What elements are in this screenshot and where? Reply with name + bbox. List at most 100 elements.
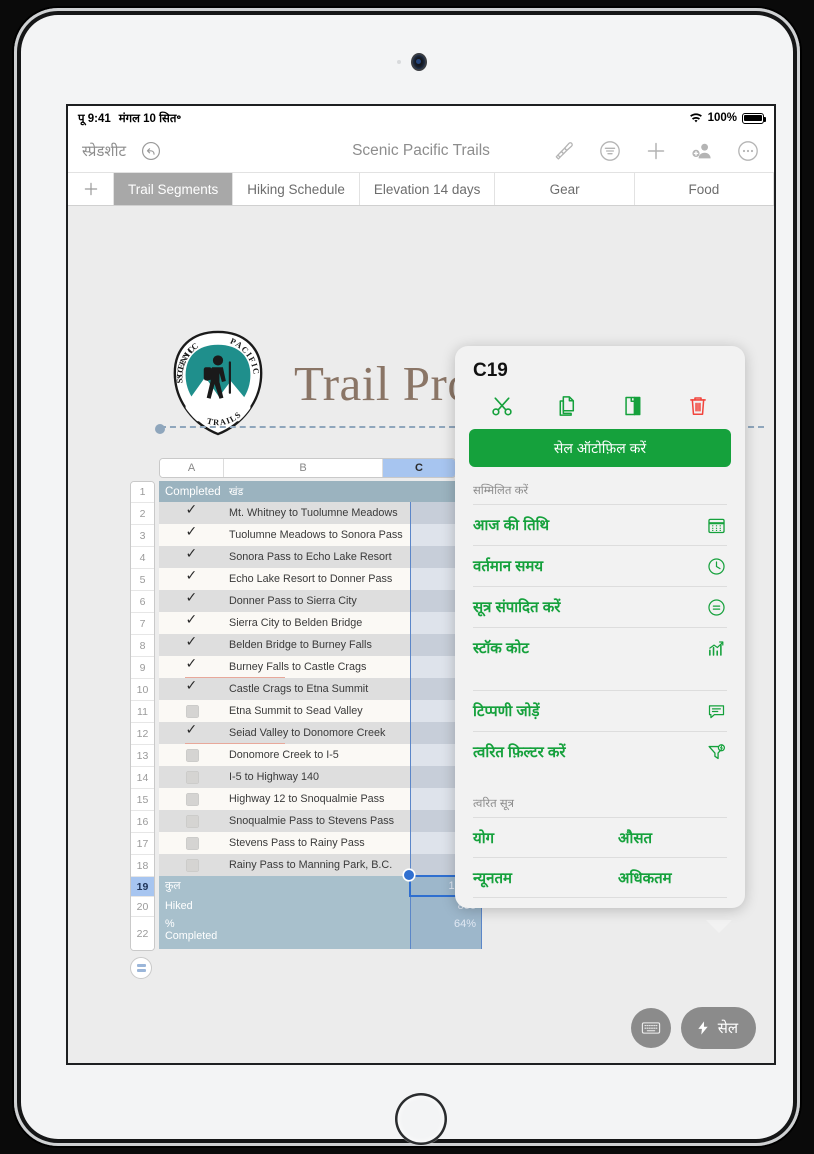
- summary-row[interactable]: कुल1,361: [159, 876, 482, 896]
- table-row[interactable]: Stevens Pass to Rainy Pass115: [159, 832, 482, 854]
- table-row[interactable]: Seiad Valley to Donomore Creek35: [159, 721, 482, 744]
- table-row[interactable]: Tuolumne Meadows to Sonora Pass75: [159, 523, 482, 546]
- row-header-16[interactable]: 16: [131, 811, 154, 833]
- cell-completed-checkbox[interactable]: [159, 770, 225, 784]
- cell-completed-checkbox[interactable]: [159, 748, 225, 762]
- row-resize-handle-icon[interactable]: [130, 957, 152, 979]
- selection-handle-left[interactable]: [155, 424, 165, 434]
- table-row[interactable]: I-5 to Highway 14055: [159, 766, 482, 788]
- row-header-14[interactable]: 14: [131, 767, 154, 789]
- more-ellipsis-icon[interactable]: [736, 139, 760, 163]
- cell-completed-checkbox[interactable]: [159, 792, 225, 806]
- checkmark-icon: [186, 501, 199, 520]
- back-to-spreadsheets-button[interactable]: स्प्रेडशीट: [82, 141, 126, 161]
- row-header-5[interactable]: 5: [131, 569, 154, 591]
- table-row[interactable]: Sierra City to Belden Bridge89: [159, 611, 482, 634]
- plus-icon[interactable]: [644, 139, 668, 163]
- row-header-6[interactable]: 6: [131, 591, 154, 613]
- row-header-11[interactable]: 11: [131, 701, 154, 723]
- sheet-tab-hiking-schedule[interactable]: Hiking Schedule: [233, 173, 360, 205]
- table-row[interactable]: Donomore Creek to I-528: [159, 744, 482, 766]
- sheet-tab-gear[interactable]: Gear: [495, 173, 635, 205]
- table-row[interactable]: Sonora Pass to Echo Lake Resort75: [159, 545, 482, 568]
- row-header-12[interactable]: 12: [131, 723, 154, 745]
- cell-completed-checkbox[interactable]: [159, 721, 225, 740]
- sheet-tab-elevation-14-days[interactable]: Elevation 14 days: [360, 173, 496, 205]
- cell-completed-checkbox[interactable]: [159, 611, 225, 630]
- paste-icon[interactable]: [620, 393, 646, 419]
- cell-completed-checkbox[interactable]: [159, 836, 225, 850]
- column-header-a[interactable]: A: [160, 459, 224, 477]
- cell-completed-checkbox[interactable]: [159, 567, 225, 586]
- add-person-icon[interactable]: [690, 139, 714, 163]
- row-header-10[interactable]: 10: [131, 679, 154, 701]
- summary-row[interactable]: % Completed 64%: [159, 916, 482, 949]
- row-header-7[interactable]: 7: [131, 613, 154, 635]
- insert-menu-icon[interactable]: [598, 139, 622, 163]
- empty-checkbox-icon: [185, 814, 199, 828]
- quick-formula-maximum[interactable]: अधिकतम: [600, 857, 727, 897]
- cell-format-button[interactable]: सेल: [680, 1007, 756, 1049]
- menu-label: स्टॉक कोट: [473, 640, 529, 657]
- column-header-c[interactable]: C: [383, 459, 455, 477]
- menu-item-quick-filter[interactable]: त्वरित फ़िल्टर करें: [473, 731, 727, 772]
- row-header-18[interactable]: 18: [131, 855, 154, 877]
- row-header-9[interactable]: 9: [131, 657, 154, 679]
- cell-completed-checkbox[interactable]: [159, 858, 225, 872]
- summary-row[interactable]: Hiked866: [159, 896, 482, 916]
- menu-item-current-time[interactable]: वर्तमान समय: [473, 545, 727, 586]
- home-button[interactable]: [395, 1093, 447, 1145]
- sheet-tab-trail-segments[interactable]: Trail Segments: [114, 173, 234, 205]
- autofill-cells-button[interactable]: सेल ऑटोफ़िल करें: [469, 429, 731, 467]
- menu-item-stock-quote[interactable]: स्टॉक कोट: [473, 627, 727, 668]
- empty-checkbox-icon: [185, 792, 199, 806]
- cell-completed-checkbox[interactable]: [159, 655, 225, 674]
- undo-icon[interactable]: [140, 140, 162, 162]
- row-header-13[interactable]: 13: [131, 745, 154, 767]
- cell-completed-checkbox[interactable]: [159, 677, 225, 696]
- insert-section-label: सम्मिलित करें: [473, 485, 529, 497]
- cell-completed-checkbox[interactable]: [159, 501, 225, 520]
- row-header-2[interactable]: 2: [131, 503, 154, 525]
- menu-item-add-comment[interactable]: टिप्पणी जोड़ें: [473, 690, 727, 731]
- sheet-tab-food[interactable]: Food: [635, 173, 774, 205]
- row-header-8[interactable]: 8: [131, 635, 154, 657]
- row-header-17[interactable]: 17: [131, 833, 154, 855]
- cell-completed-checkbox[interactable]: [159, 589, 225, 608]
- row-header-1[interactable]: 1: [131, 482, 154, 503]
- menu-item-edit-formula[interactable]: सूत्र संपादित करें: [473, 586, 727, 627]
- table-row[interactable]: Castle Crags to Etna Summit99: [159, 677, 482, 700]
- copy-icon[interactable]: [554, 393, 580, 419]
- table-row[interactable]: Burney Falls to Castle Crags82: [159, 655, 482, 678]
- keyboard-button[interactable]: [630, 1008, 671, 1048]
- cell-segment: Tuolumne Meadows to Sonora Pass: [229, 529, 403, 541]
- menu-item-todays-date[interactable]: आज की तिथि: [473, 504, 727, 545]
- cell-completed-checkbox[interactable]: [159, 545, 225, 564]
- table-row[interactable]: Donner Pass to Sierra City38: [159, 589, 482, 612]
- table-row[interactable]: Rainy Pass to Manning Park, B.C.69: [159, 854, 482, 876]
- table-row[interactable]: Highway 12 to Snoqualmie Pass98: [159, 788, 482, 810]
- table-row[interactable]: Belden Bridge to Burney Falls132: [159, 633, 482, 656]
- cell-completed-checkbox[interactable]: [159, 633, 225, 652]
- quick-formula-minimum[interactable]: न्यूनतम: [473, 857, 600, 897]
- row-header-19[interactable]: 19: [131, 877, 154, 897]
- quick-formula-sum[interactable]: योग: [473, 817, 600, 857]
- cell-completed-checkbox[interactable]: [159, 814, 225, 828]
- paintbrush-icon[interactable]: [552, 139, 576, 163]
- delete-icon[interactable]: [685, 393, 711, 419]
- column-header-b[interactable]: B: [224, 459, 383, 477]
- row-header-22[interactable]: 22: [131, 917, 154, 950]
- quick-formula-average[interactable]: औसत: [600, 817, 727, 857]
- table-row[interactable]: Snoqualmie Pass to Stevens Pass74: [159, 810, 482, 832]
- row-header-15[interactable]: 15: [131, 789, 154, 811]
- table-row[interactable]: Echo Lake Resort to Donner Pass65: [159, 567, 482, 590]
- row-header-3[interactable]: 3: [131, 525, 154, 547]
- cell-completed-checkbox[interactable]: [159, 523, 225, 542]
- table-row[interactable]: Etna Summit to Sead Valley56: [159, 700, 482, 722]
- row-header-4[interactable]: 4: [131, 547, 154, 569]
- add-sheet-button[interactable]: [68, 173, 114, 205]
- cell-completed-checkbox[interactable]: [159, 704, 225, 718]
- table-row[interactable]: Mt. Whitney to Tuolumne Meadows176: [159, 501, 482, 524]
- cut-icon[interactable]: [489, 393, 515, 419]
- row-header-20[interactable]: 20: [131, 897, 154, 917]
